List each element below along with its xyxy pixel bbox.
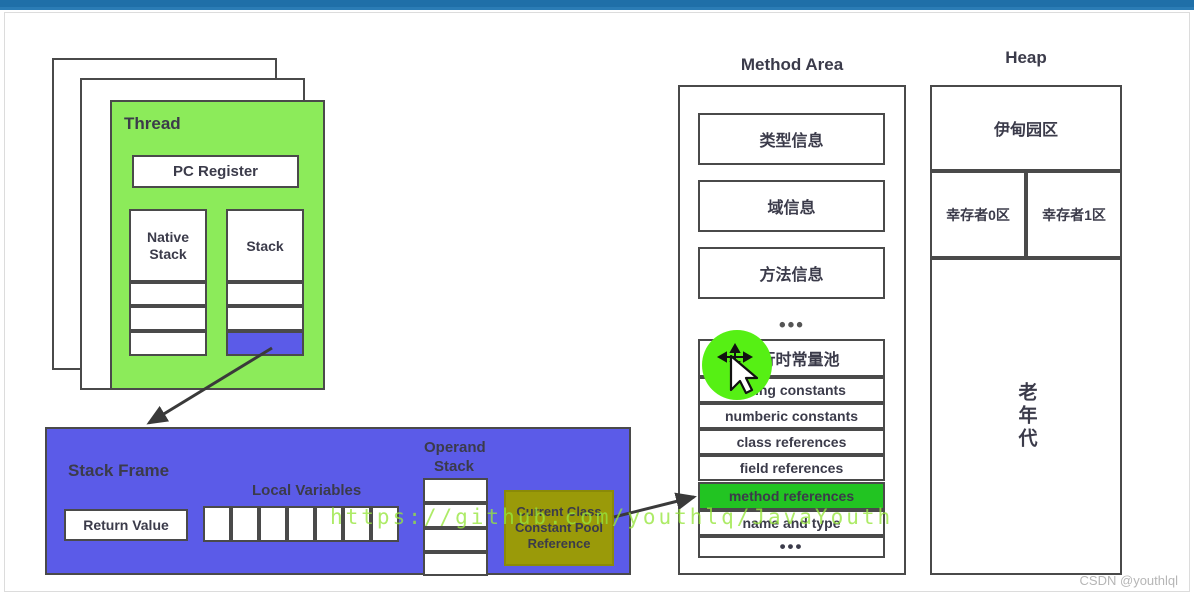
rcp-item-method-references[interactable]: method references	[698, 482, 885, 510]
rcp-item-field-references[interactable]: field references	[698, 455, 885, 481]
method-area-block-label: 域信息	[767, 200, 816, 217]
stack-slot-1[interactable]	[226, 282, 304, 306]
operand-stack-cell[interactable]	[423, 503, 488, 528]
local-variables-label: Local Variables	[252, 482, 362, 499]
heap-old-generation-text: 老年代	[1015, 382, 1037, 451]
heap-old-generation-label: 老年代	[932, 260, 1120, 573]
heap-survivor1-area[interactable]: 幸存者1区	[1026, 171, 1122, 258]
stack-slot-3-active[interactable]	[226, 331, 304, 356]
rcp-item-name-and-type[interactable]: name and type	[698, 510, 885, 536]
heap-old-generation-area[interactable]: 老年代	[930, 258, 1122, 575]
native-stack-label-text: Native Stack	[146, 229, 190, 262]
local-variable-cell[interactable]	[203, 506, 231, 542]
stack-label: Stack	[246, 237, 284, 254]
native-stack-slot-3[interactable]	[129, 331, 207, 356]
rcp-item-numberic-constants[interactable]: numberic constants	[698, 403, 885, 429]
method-area-block-label: 类型信息	[759, 133, 824, 150]
current-class-constant-pool-reference-box[interactable]: Current Class Constant Pool Reference	[504, 490, 614, 566]
operand-stack-label-line1: Operand	[424, 439, 486, 456]
heap-survivor0-label: 幸存者0区	[946, 206, 1010, 223]
diagram-canvas: Thread PC Register Native Stack Stack St…	[0, 0, 1194, 594]
constant-pool-ref-line1: Current Class	[516, 503, 602, 519]
method-area-block-label: 方法信息	[759, 267, 824, 284]
operand-stack-cell[interactable]	[423, 552, 488, 576]
cursor-highlight-halo	[702, 330, 772, 400]
watermark-csdn: CSDN @youthlql	[1079, 573, 1178, 588]
constant-pool-ref-label: Current Class Constant Pool Reference	[506, 492, 612, 564]
rcp-item-ellipsis[interactable]: •••	[698, 536, 885, 558]
method-area-ellipsis: •••	[779, 315, 805, 336]
stack-frame-title: Stack Frame	[68, 461, 170, 480]
return-value-box[interactable]: Return Value	[64, 509, 188, 541]
operand-stack-label-line2: Stack	[434, 458, 475, 475]
local-variable-cell[interactable]	[287, 506, 315, 542]
stack-header[interactable]: Stack	[226, 209, 304, 282]
method-area-block-field-info[interactable]: 域信息	[698, 180, 885, 232]
thread-title: Thread	[124, 114, 181, 133]
method-area-title: Method Area	[740, 55, 844, 74]
heap-eden-label: 伊甸园区	[993, 122, 1058, 139]
heap-title: Heap	[1005, 48, 1047, 67]
stack-slot-2[interactable]	[226, 306, 304, 331]
native-stack-slot-2[interactable]	[129, 306, 207, 331]
browser-top-bar	[0, 0, 1194, 7]
rcp-item-class-references[interactable]: class references	[698, 429, 885, 455]
native-stack-header[interactable]: Native Stack	[129, 209, 207, 282]
local-variable-cell[interactable]	[259, 506, 287, 542]
method-area-block-method-info[interactable]: 方法信息	[698, 247, 885, 299]
heap-survivor1-label: 幸存者1区	[1042, 206, 1106, 223]
operand-stack-cell[interactable]	[423, 528, 488, 552]
constant-pool-ref-line2: Constant Pool	[514, 519, 604, 535]
heap-survivor0-area[interactable]: 幸存者0区	[930, 171, 1026, 258]
operand-stack-cell[interactable]	[423, 478, 488, 503]
return-value-label: Return Value	[83, 517, 169, 533]
local-variable-cell[interactable]	[315, 506, 343, 542]
native-stack-label: Native Stack	[131, 211, 205, 280]
method-area-block-type-info[interactable]: 类型信息	[698, 113, 885, 165]
local-variable-cell[interactable]	[343, 506, 371, 542]
pc-register-box[interactable]: PC Register	[132, 155, 299, 188]
browser-top-bar-shade	[0, 7, 1194, 10]
heap-eden-area[interactable]: 伊甸园区	[930, 85, 1122, 171]
pc-register-label: PC Register	[172, 163, 259, 180]
local-variable-cell[interactable]	[231, 506, 259, 542]
constant-pool-ref-line3: Reference	[527, 536, 591, 552]
local-variable-cell[interactable]	[371, 506, 399, 542]
native-stack-slot-1[interactable]	[129, 282, 207, 306]
